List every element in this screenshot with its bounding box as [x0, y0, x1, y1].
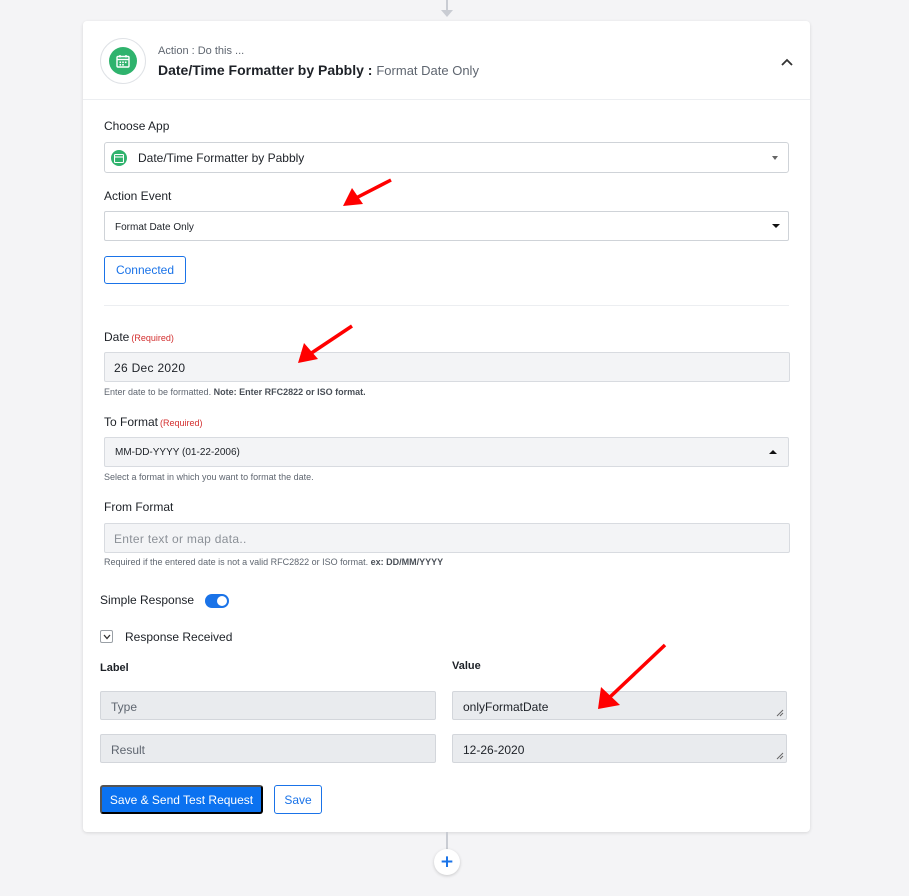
step-header[interactable]: Action : Do this ... Date/Time Formatter…: [83, 21, 810, 100]
action-event-select[interactable]: Format Date Only: [104, 211, 789, 241]
date-label: Date (Required): [104, 330, 174, 344]
calendar-icon: [114, 153, 124, 163]
toggle-knob: [217, 596, 227, 606]
response-label-text: Result: [111, 743, 146, 757]
to-format-select[interactable]: MM-DD-YYYY (01-22-2006): [104, 437, 789, 467]
chevron-down-icon: [772, 156, 778, 160]
date-input-value: 26 Dec 2020: [114, 361, 186, 375]
step-event-name: Format Date Only: [376, 63, 479, 78]
date-help-text: Enter date to be formatted. Note: Enter …: [104, 387, 366, 397]
response-label-field: Result: [100, 734, 436, 763]
simple-response-toggle[interactable]: [205, 594, 229, 608]
label-column-header: Label: [100, 662, 129, 674]
step-title: Date/Time Formatter by Pabbly : Format D…: [158, 62, 479, 78]
response-value-text: 12-26-2020: [463, 743, 525, 757]
date-help-note: Note: Enter RFC2822 or ISO format.: [213, 387, 366, 397]
resize-handle-icon[interactable]: [776, 709, 784, 717]
required-badge: (Required): [160, 418, 203, 428]
from-format-help-note: ex: DD/MM/YYYY: [370, 557, 444, 567]
caret-up-icon: [769, 450, 777, 454]
required-badge: (Required): [131, 333, 174, 343]
calendar-icon: [116, 55, 130, 68]
response-label-field: Type: [100, 691, 436, 720]
response-received-label: Response Received: [125, 630, 233, 644]
plus-icon: +: [439, 852, 455, 872]
flow-connector-bottom: [446, 832, 448, 850]
action-event-label: Action Event: [104, 189, 172, 203]
to-format-label-text: To Format: [104, 415, 159, 429]
save-button[interactable]: Save: [274, 785, 322, 814]
response-value-field[interactable]: onlyFormatDate: [452, 691, 787, 720]
response-value-text: onlyFormatDate: [463, 700, 549, 714]
choose-app-value: Date/Time Formatter by Pabbly: [138, 151, 305, 165]
save-and-test-button[interactable]: Save & Send Test Request: [100, 785, 263, 814]
from-format-help: Required if the entered date is not a va…: [104, 557, 369, 567]
resize-handle-icon[interactable]: [776, 752, 784, 760]
step-subtitle: Action : Do this ...: [158, 45, 245, 57]
app-logo: [100, 38, 146, 84]
chevron-up-icon[interactable]: [780, 57, 794, 67]
action-event-value: Format Date Only: [115, 222, 194, 233]
action-step-card: Action : Do this ... Date/Time Formatter…: [83, 21, 810, 832]
response-label-text: Type: [111, 700, 138, 714]
connector-arrow-icon: [441, 10, 453, 17]
to-format-value: MM-DD-YYYY (01-22-2006): [115, 447, 240, 458]
chevron-down-icon: [103, 634, 111, 640]
to-format-help-text: Select a format in which you want to for…: [104, 472, 314, 482]
value-column-header: Value: [452, 660, 481, 672]
app-mini-logo: [111, 150, 127, 166]
date-label-text: Date: [104, 330, 130, 344]
choose-app-select[interactable]: Date/Time Formatter by Pabbly: [104, 142, 789, 173]
response-received-toggle[interactable]: [100, 630, 113, 643]
add-step-button[interactable]: +: [434, 849, 460, 875]
from-format-label: From Format: [104, 500, 174, 514]
caret-down-icon: [772, 224, 780, 228]
connected-button[interactable]: Connected: [104, 256, 186, 284]
to-format-label: To Format (Required): [104, 415, 203, 429]
choose-app-label: Choose App: [104, 119, 170, 133]
section-divider: [104, 305, 789, 306]
simple-response-label: Simple Response: [100, 593, 195, 607]
step-app-name: Date/Time Formatter by Pabbly :: [158, 62, 373, 78]
from-format-placeholder: Enter text or map data..: [114, 532, 247, 546]
from-format-input[interactable]: Enter text or map data..: [104, 523, 790, 553]
from-format-help-text: Required if the entered date is not a va…: [104, 557, 443, 567]
date-help: Enter date to be formatted.: [104, 387, 212, 397]
date-input[interactable]: 26 Dec 2020: [104, 352, 790, 382]
response-value-field[interactable]: 12-26-2020: [452, 734, 787, 763]
